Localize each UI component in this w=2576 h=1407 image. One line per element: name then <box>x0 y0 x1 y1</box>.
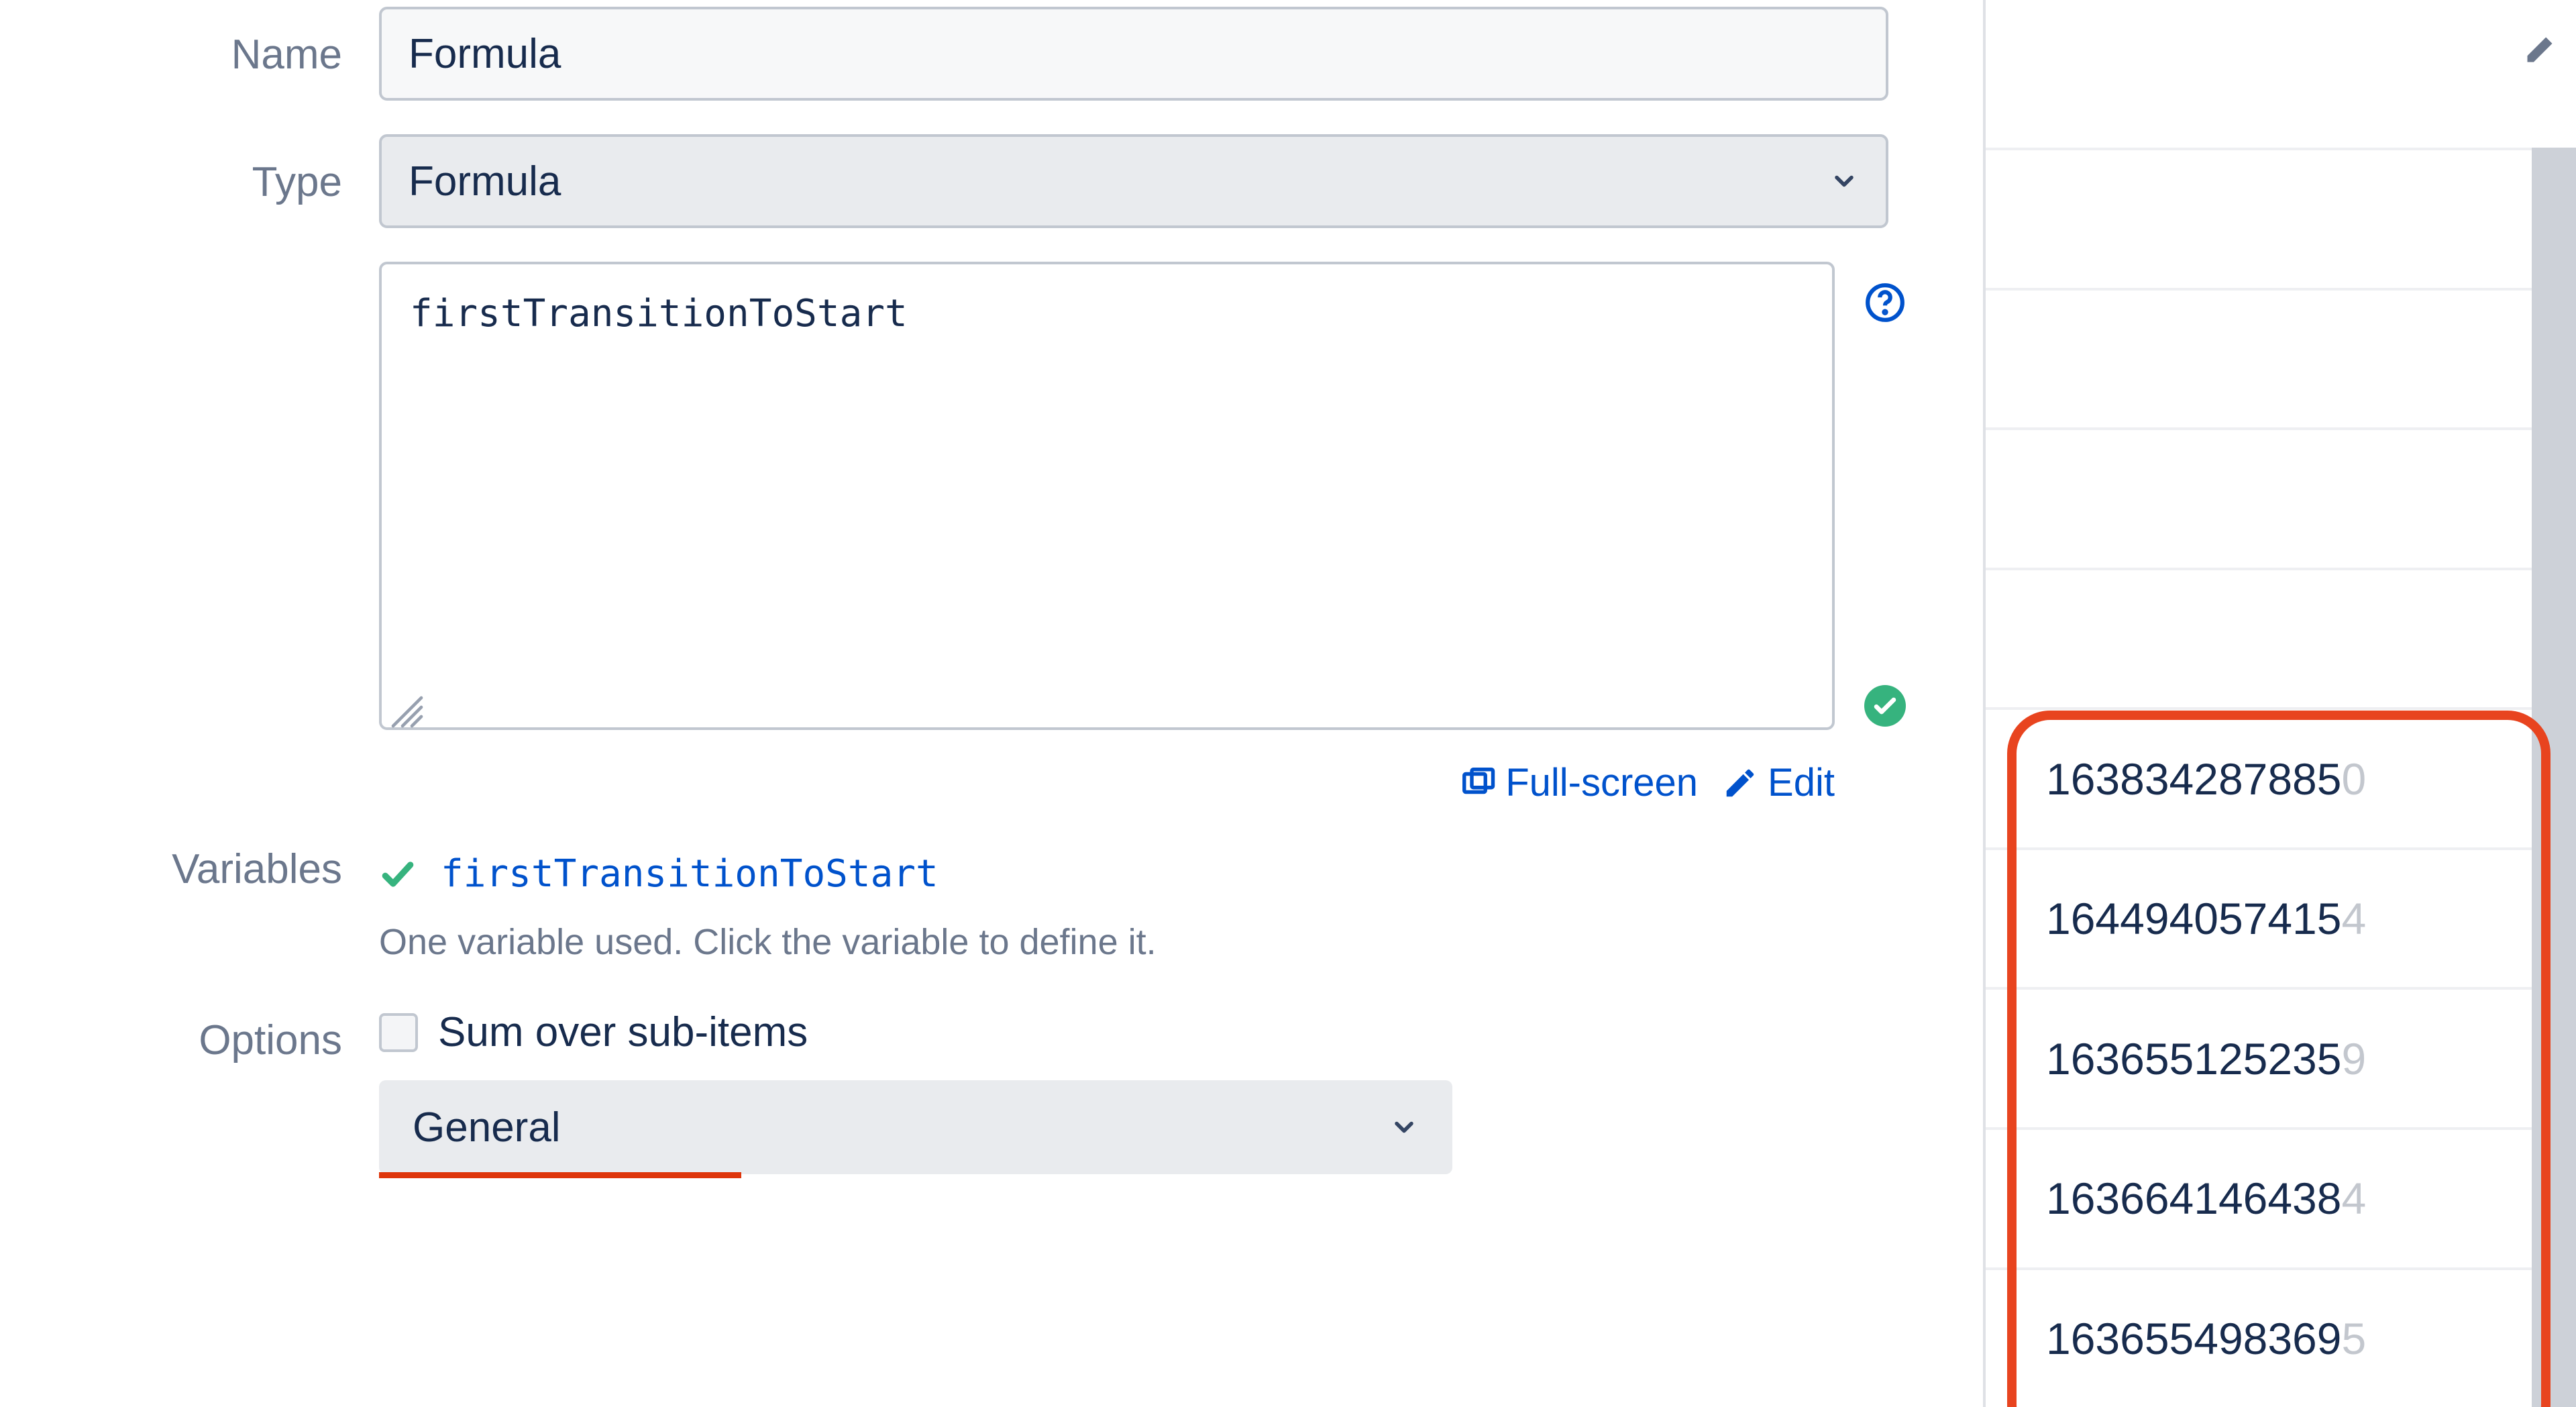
empty-cell <box>1986 288 2532 428</box>
type-select[interactable]: Formula <box>379 134 1888 228</box>
result-cell[interactable]: 1638342878850 <box>1986 707 2532 847</box>
help-icon[interactable] <box>1864 282 1906 323</box>
pencil-icon <box>1722 765 1758 801</box>
edit-link[interactable]: Edit <box>1722 760 1835 805</box>
column-edit-icon[interactable] <box>2522 27 2563 67</box>
valid-check-icon <box>1864 685 1906 727</box>
chevron-down-icon <box>1389 1112 1419 1142</box>
variables-label: Variables <box>0 839 379 893</box>
results-column: 1638342878850 1644940574154 163655125235… <box>1986 0 2576 1407</box>
result-cell[interactable]: 1636641464384 <box>1986 1127 2532 1267</box>
format-select-value: General <box>413 1104 561 1151</box>
result-value: 163655498369 <box>2046 1313 2341 1364</box>
format-select[interactable]: General <box>379 1080 1452 1174</box>
fullscreen-icon <box>1460 765 1496 801</box>
edit-label: Edit <box>1768 760 1835 805</box>
type-label: Type <box>0 134 379 206</box>
result-value: 163834287885 <box>2046 753 2341 804</box>
result-value: 163664146438 <box>2046 1173 2341 1224</box>
empty-cell <box>1986 427 2532 568</box>
scrollbar[interactable] <box>2532 148 2576 1407</box>
empty-cell <box>1986 148 2532 288</box>
chevron-down-icon <box>1829 166 1859 196</box>
result-cell[interactable]: 1636551252359 <box>1986 987 2532 1127</box>
result-value-overflow: 9 <box>2341 1033 2366 1084</box>
result-value-overflow: 0 <box>2341 753 2366 804</box>
name-input[interactable] <box>379 7 1888 101</box>
result-value: 163655125235 <box>2046 1033 2341 1084</box>
config-panel: Name Type Formula <box>0 0 1986 1407</box>
result-value-overflow: 4 <box>2341 893 2366 944</box>
result-value: 164494057415 <box>2046 893 2341 944</box>
empty-cell <box>1986 568 2532 708</box>
active-indicator <box>379 1172 741 1178</box>
result-value-overflow: 4 <box>2341 1173 2366 1224</box>
options-label: Options <box>0 996 379 1064</box>
variable-ok-check-icon <box>379 855 417 893</box>
result-cell[interactable]: 1636554983695 <box>1986 1267 2532 1407</box>
type-select-value: Formula <box>409 158 561 205</box>
resize-handle-icon[interactable] <box>388 693 426 731</box>
fullscreen-label: Full-screen <box>1505 760 1698 805</box>
variable-token[interactable]: firstTransitionToStart <box>441 852 938 896</box>
sum-over-subitems-checkbox[interactable] <box>379 1013 418 1052</box>
fullscreen-link[interactable]: Full-screen <box>1460 760 1698 805</box>
sum-over-subitems-label: Sum over sub-items <box>438 1008 808 1056</box>
result-value-overflow: 5 <box>2341 1313 2366 1364</box>
variables-help-text: One variable used. Click the variable to… <box>379 921 1923 963</box>
result-cell[interactable]: 1644940574154 <box>1986 847 2532 988</box>
name-label: Name <box>0 7 379 79</box>
formula-editor[interactable] <box>379 262 1835 730</box>
